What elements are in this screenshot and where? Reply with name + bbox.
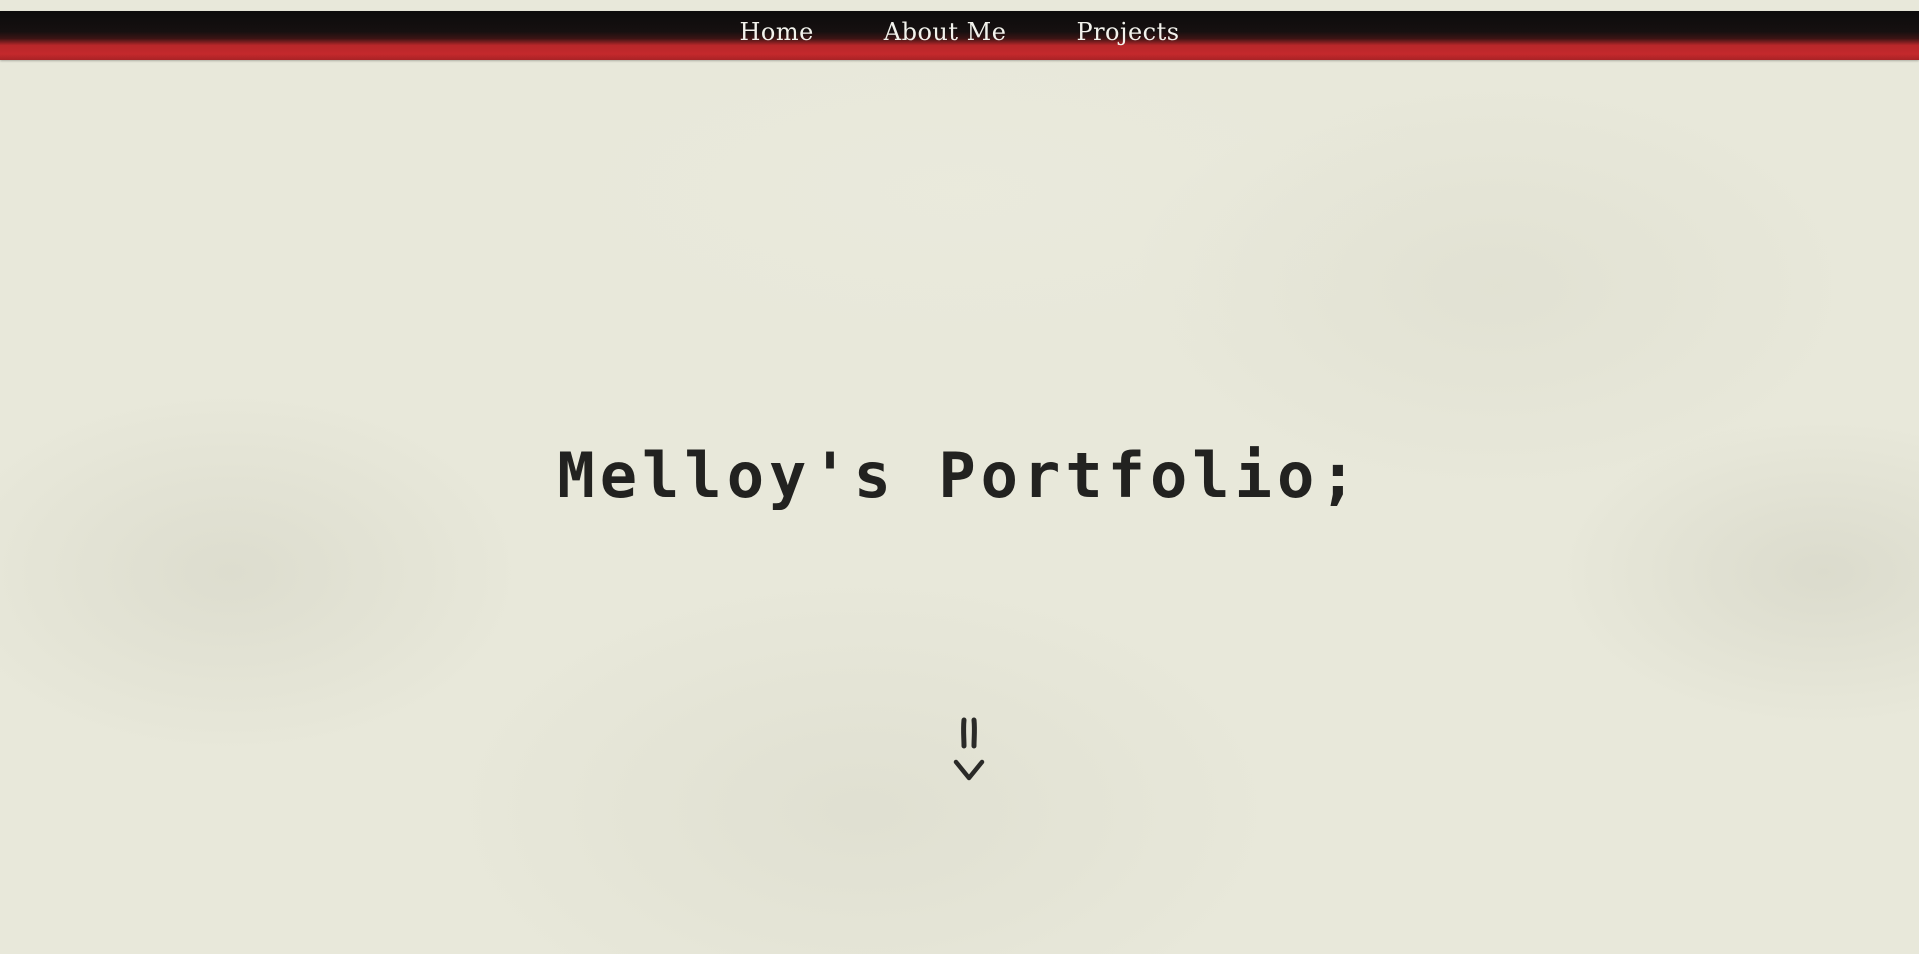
nav-link-about-me[interactable]: About Me — [884, 18, 1007, 46]
nav-item-home: Home — [739, 16, 813, 48]
nav-item-about-me: About Me — [884, 16, 1007, 48]
arrow-down-icon — [953, 717, 985, 781]
scroll-down-button[interactable] — [936, 716, 1002, 784]
nav-link-projects[interactable]: Projects — [1076, 18, 1179, 46]
page-title: Melloy's Portfolio; — [557, 439, 1362, 512]
top-navbar: Home About Me Projects — [0, 11, 1919, 60]
nav-item-projects: Projects — [1076, 16, 1179, 48]
nav-link-home[interactable]: Home — [739, 18, 813, 46]
nav-menu: Home About Me Projects — [0, 16, 1919, 48]
